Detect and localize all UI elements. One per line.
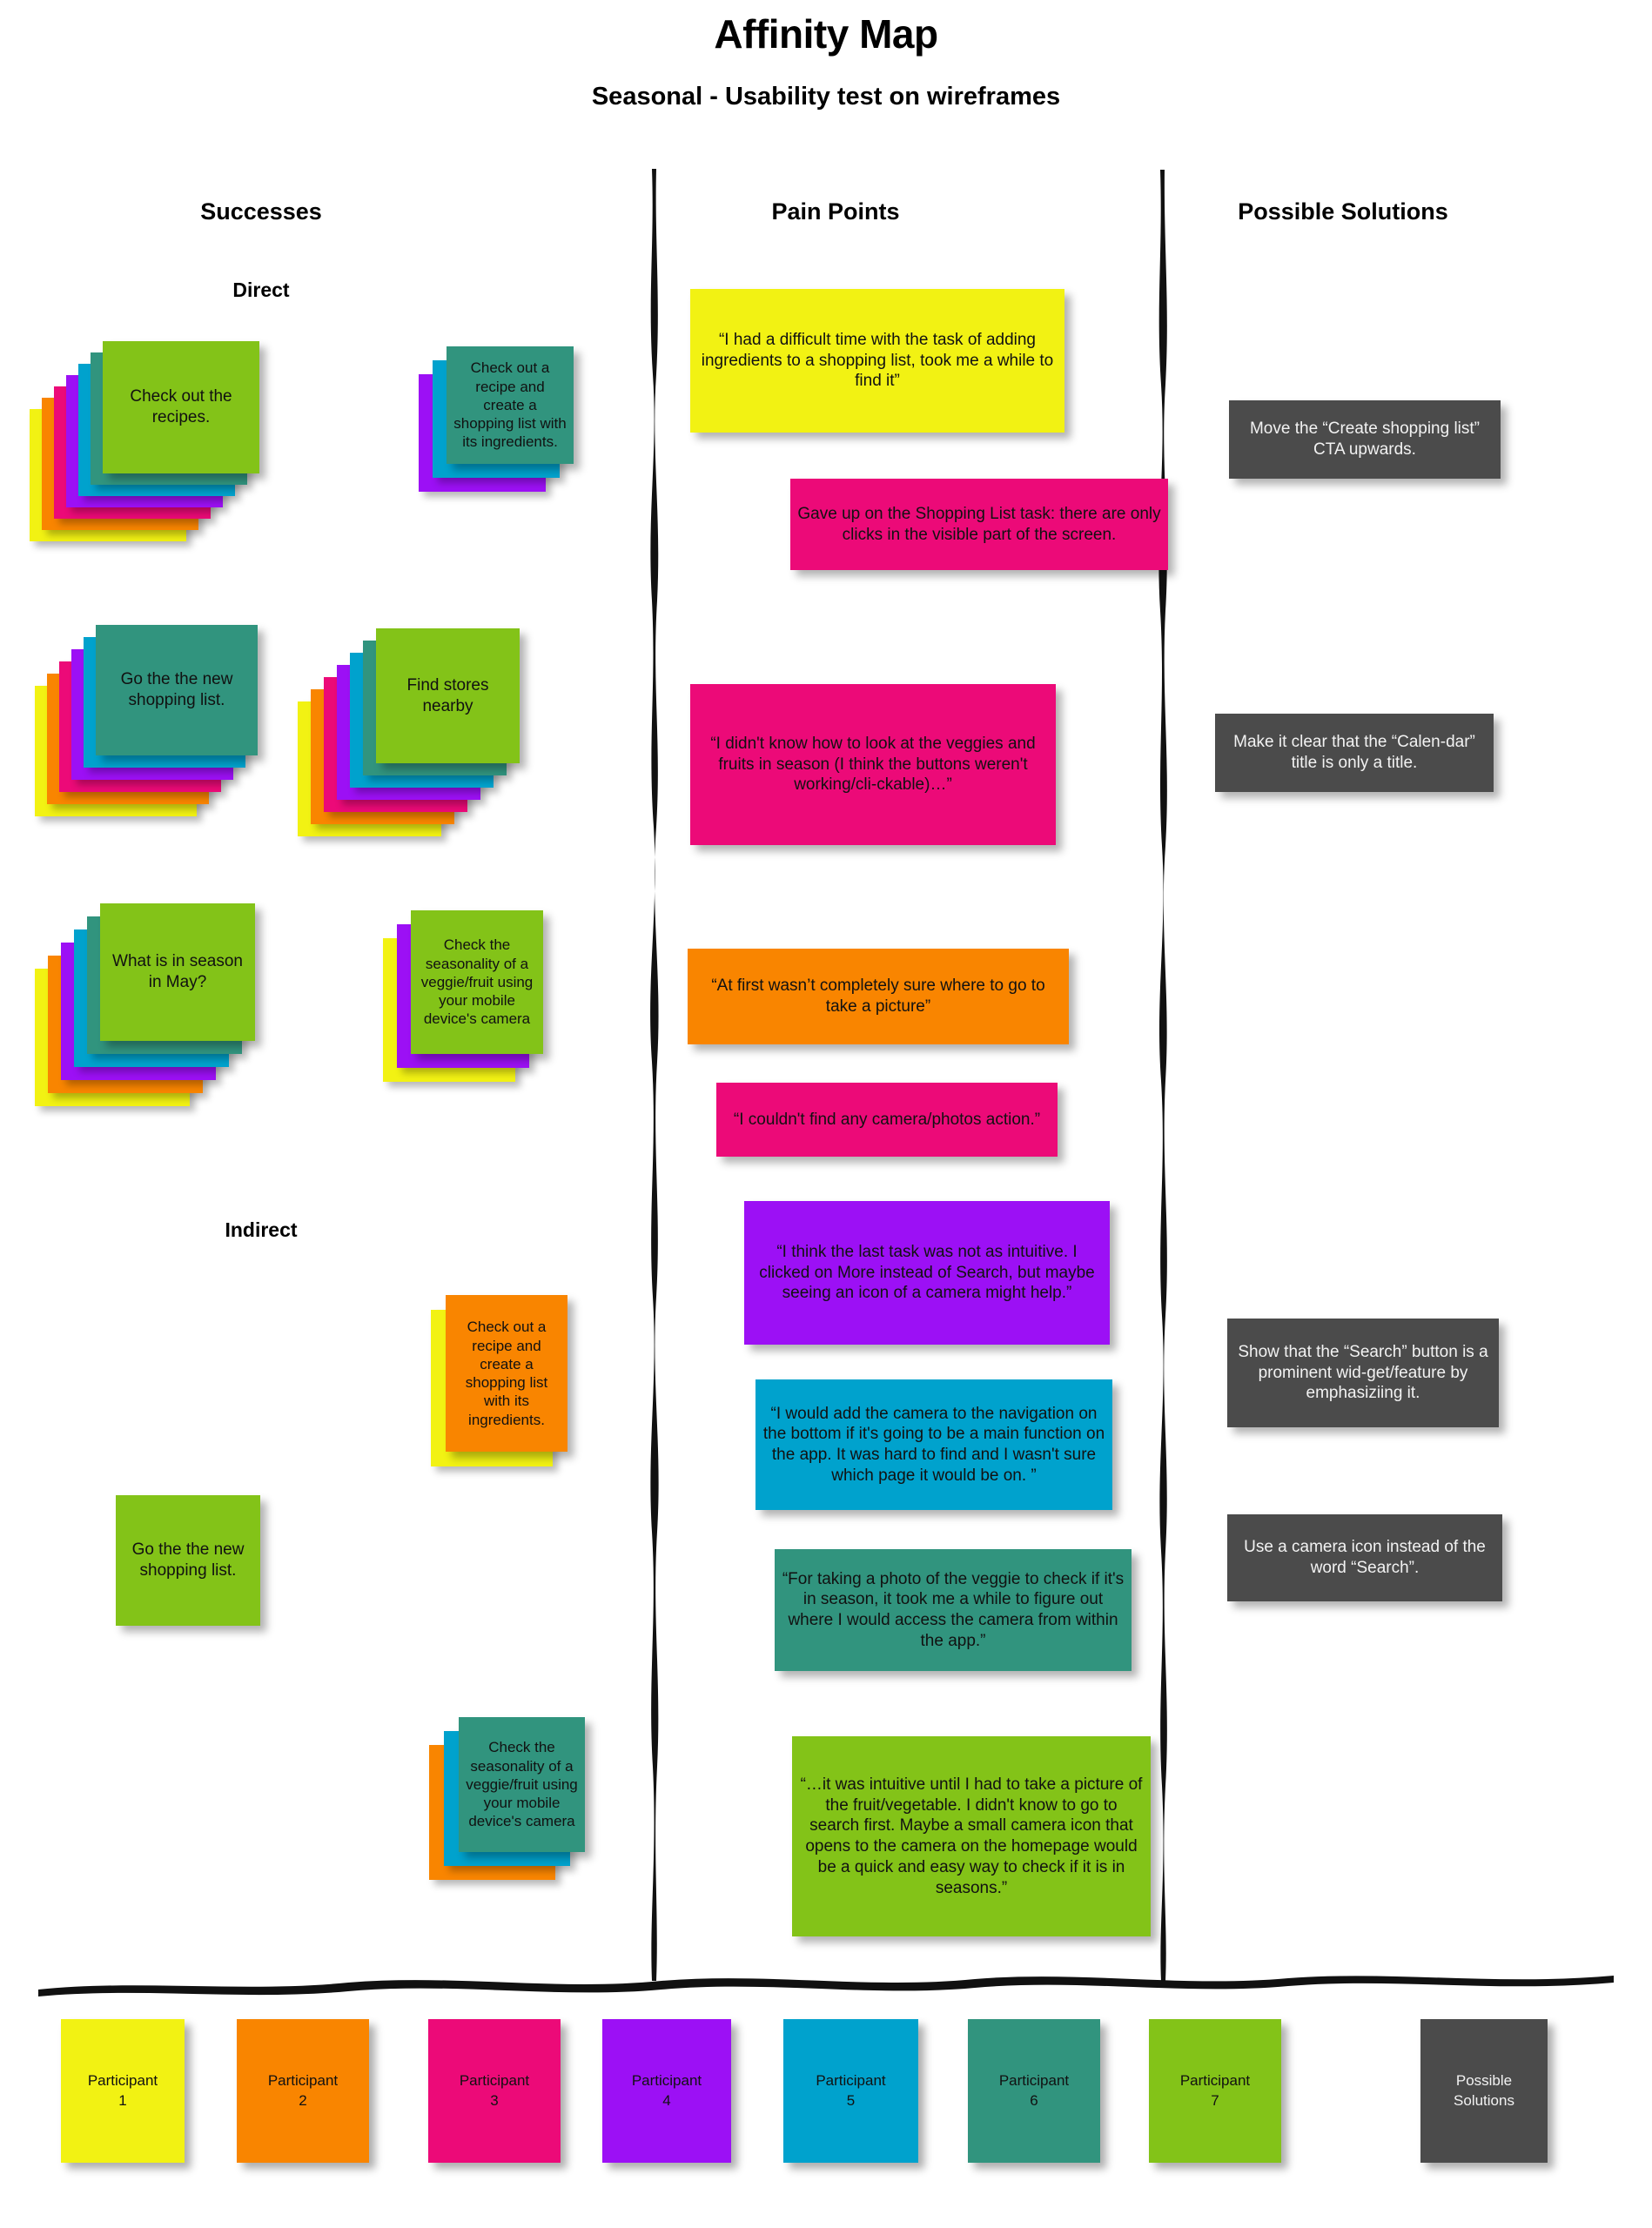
pain-point-note[interactable]: “I think the last task was not as intuit… [744, 1201, 1110, 1345]
legend-item-1[interactable]: Participant 1 [61, 2019, 185, 2163]
legend-item-2[interactable]: Participant 2 [237, 2019, 369, 2163]
sticky-note[interactable]: Check out a recipe and create a shopping… [447, 346, 574, 464]
legend-item-label: Participant [87, 2071, 158, 2089]
sticky-note[interactable]: Check out a recipe and create a shopping… [446, 1295, 567, 1452]
note-text: “I couldn't find any camera/photos actio… [733, 1110, 1041, 1129]
legend-item-label: Participant [998, 2071, 1070, 2089]
sticky-note-text: Check the seasonality of a veggie/fruit … [466, 1739, 578, 1830]
divider-successes-painpoints [650, 169, 659, 1981]
note-text: “I think the last task was not as intuit… [759, 1242, 1095, 1303]
sticky-note[interactable]: Check out the recipes. [103, 341, 259, 473]
legend-item-value: 1 [118, 2091, 127, 2109]
legend-item-4[interactable]: Participant 4 [602, 2019, 731, 2163]
section-header-indirect: Indirect [225, 1218, 298, 1241]
legend-item-text: Participant 1 [88, 2071, 158, 2111]
pain-point-note[interactable]: “…it was intuitive until I had to take a… [792, 1736, 1151, 1936]
note-text: Move the “Create shopping list” CTA upwa… [1249, 419, 1480, 459]
column-header-pain-points: Pain Points [771, 198, 900, 225]
legend-item-text: Participant 5 [816, 2071, 885, 2111]
legend-item-label: Participant [267, 2071, 339, 2089]
legend-item-value: 4 [662, 2091, 671, 2109]
sticky-note-text: Check out the recipes. [130, 387, 232, 426]
pain-point-note[interactable]: “At first wasn’t completely sure where t… [688, 949, 1069, 1044]
column-header-possible-solutions: Possible Solutions [1238, 198, 1448, 225]
legend-item-text: Participant 7 [1180, 2071, 1250, 2111]
note-text: “…it was intuitive until I had to take a… [800, 1775, 1143, 1897]
legend-item-3[interactable]: Participant 3 [428, 2019, 561, 2163]
note-text: “I had a difficult time with the task of… [701, 330, 1054, 391]
sticky-note[interactable]: Go the the new shopping list. [116, 1495, 260, 1626]
sticky-note-text: Check the seasonality of a veggie/fruit … [420, 936, 534, 1028]
legend-item-label: Participant [631, 2071, 702, 2089]
affinity-map-board: Affinity Map Seasonal - Usability test o… [0, 0, 1652, 2228]
note-text: “For taking a photo of the veggie to che… [782, 1569, 1125, 1650]
legend-item-value: 2 [299, 2091, 307, 2109]
sticky-note-text: Check out a recipe and create a shopping… [465, 1319, 548, 1428]
pain-point-note[interactable]: Gave up on the Shopping List task: there… [790, 479, 1168, 570]
section-header-direct: Direct [232, 278, 290, 301]
sticky-note-text: Go the the new shopping list. [120, 670, 233, 709]
sticky-note[interactable]: Find stores nearby [376, 628, 520, 763]
legend-item-value: 6 [1030, 2091, 1038, 2109]
note-text: “I would add the camera to the navigatio… [762, 1404, 1105, 1485]
legend-item-text: Participant 3 [460, 2071, 529, 2111]
solution-note[interactable]: Show that the “Search” button is a promi… [1227, 1319, 1499, 1427]
note-text: Gave up on the Shopping List task: there… [797, 504, 1161, 544]
sticky-note-text: Find stores nearby [406, 675, 489, 715]
divider-painpoints-solutions [1158, 170, 1167, 1981]
pain-point-note[interactable]: “I would add the camera to the navigatio… [755, 1379, 1112, 1510]
legend-item-text: Participant 6 [999, 2071, 1069, 2111]
legend-item-value: 5 [846, 2091, 856, 2109]
legend-item-text: Participant 2 [268, 2071, 338, 2111]
pain-point-note[interactable]: “I didn't know how to look at the veggie… [690, 684, 1056, 845]
sticky-note-text: Check out a recipe and create a shopping… [453, 359, 567, 451]
sticky-note[interactable]: Go the the new shopping list. [96, 625, 258, 755]
pain-point-note[interactable]: “I couldn't find any camera/photos actio… [716, 1083, 1058, 1157]
legend-item-text: Participant 4 [632, 2071, 702, 2111]
legend-item-text: Possible Solutions [1454, 2071, 1514, 2111]
page-subtitle: Seasonal - Usability test on wireframes [591, 83, 1061, 111]
legend-item-value: Solutions [1454, 2091, 1514, 2109]
note-text: “I didn't know how to look at the veggie… [710, 734, 1036, 795]
legend-item-value: 3 [490, 2091, 499, 2109]
solution-note[interactable]: Move the “Create shopping list” CTA upwa… [1229, 400, 1501, 479]
column-header-successes: Successes [200, 198, 322, 225]
sticky-note[interactable]: Check the seasonality of a veggie/fruit … [459, 1717, 585, 1852]
note-text: Make it clear that the “Calen-dar” title… [1233, 733, 1475, 772]
legend-item-label: Participant [459, 2071, 530, 2089]
sticky-note[interactable]: Check the seasonality of a veggie/fruit … [411, 910, 543, 1054]
divider-bottom-legend [38, 1976, 1614, 1996]
page-title: Affinity Map [714, 11, 938, 57]
legend-item-label: Participant [816, 2071, 886, 2089]
legend-item-7[interactable]: Participant 7 [1149, 2019, 1281, 2163]
legend-item-8[interactable]: Possible Solutions [1420, 2019, 1548, 2163]
solution-note[interactable]: Use a camera icon instead of the word “S… [1227, 1514, 1502, 1601]
legend-item-label: Participant [1179, 2071, 1251, 2089]
legend-item-value: 7 [1211, 2091, 1219, 2109]
legend-item-5[interactable]: Participant 5 [783, 2019, 918, 2163]
note-text: Show that the “Search” button is a promi… [1238, 1342, 1488, 1403]
note-text: “At first wasn’t completely sure where t… [711, 976, 1045, 1016]
sticky-note-text: Go the the new shopping list. [131, 1540, 245, 1580]
sticky-note-text: What is in season in May? [112, 952, 243, 991]
legend-item-label: Possible [1455, 2071, 1513, 2089]
note-text: Use a camera icon instead of the word “S… [1244, 1538, 1486, 1577]
solution-note[interactable]: Make it clear that the “Calen-dar” title… [1215, 714, 1494, 792]
pain-point-note[interactable]: “I had a difficult time with the task of… [690, 289, 1064, 433]
sticky-note[interactable]: What is in season in May? [100, 903, 255, 1041]
pain-point-note[interactable]: “For taking a photo of the veggie to che… [775, 1549, 1132, 1671]
legend-item-6[interactable]: Participant 6 [968, 2019, 1100, 2163]
